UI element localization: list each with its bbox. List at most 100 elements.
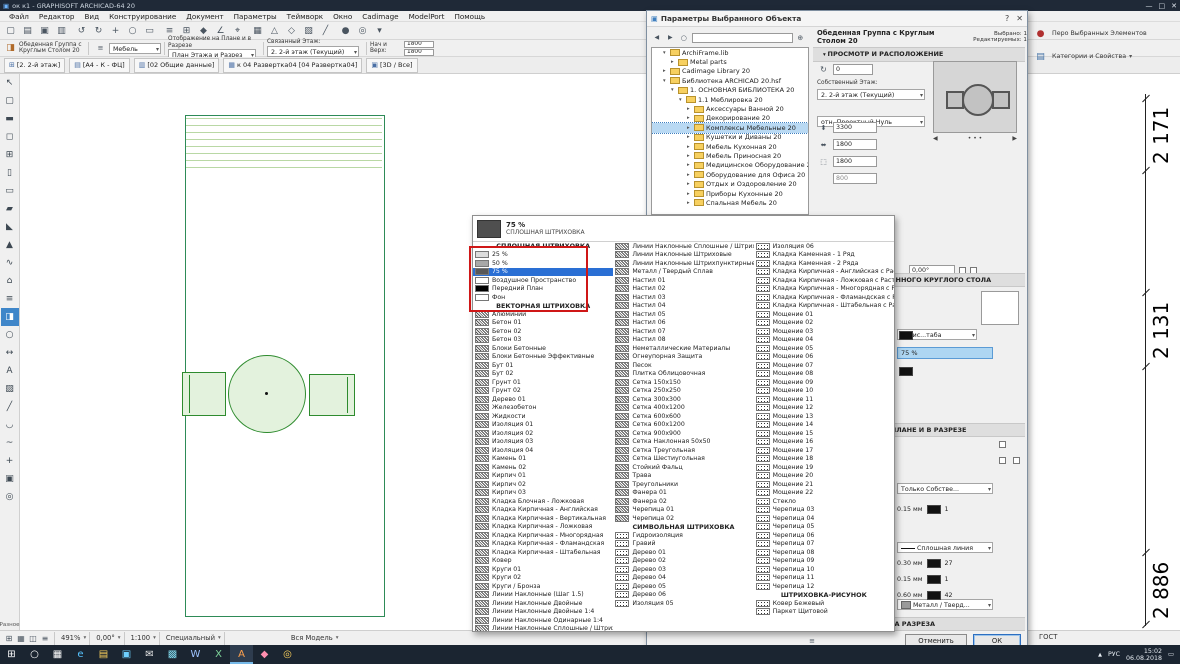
fill-item[interactable]: Паркет Щитовой (754, 608, 894, 617)
minimize-button[interactable]: — (1146, 2, 1153, 10)
fill-item[interactable]: Мощение 21 (754, 480, 894, 489)
fill-item[interactable]: Настил 04 (613, 302, 753, 311)
fill-item[interactable]: Черепица 06 (754, 531, 894, 540)
fill-item[interactable]: Дерево 05 (613, 582, 753, 591)
model-filter[interactable]: Вся Модель (288, 634, 336, 642)
shell-tool-icon[interactable]: ∿ (1, 254, 19, 272)
fill-item[interactable]: Кладка Кирпичная - Ложковая с Раствором (754, 276, 894, 285)
fill-item[interactable]: Мощение 14 (754, 421, 894, 430)
photos-icon[interactable]: ▩ (161, 645, 184, 664)
fill-item[interactable]: Мощение 01 (754, 310, 894, 319)
fill-item[interactable]: Круги / Бронза (473, 582, 613, 591)
menu-item[interactable]: Помощь (449, 12, 490, 21)
fill-item[interactable]: Линии Наклонные Сплошные / Штриховые (473, 625, 613, 632)
mail-icon[interactable]: ✉ (138, 645, 161, 664)
object-tool-icon[interactable]: ◨ (1, 308, 19, 326)
option-checkbox[interactable] (999, 457, 1006, 464)
fill-item[interactable]: Черепица 12 (754, 582, 894, 591)
fill-item[interactable]: Мощение 11 (754, 395, 894, 404)
zoom-icon[interactable]: ○ (124, 22, 141, 39)
redo-icon[interactable]: ↻ (90, 22, 107, 39)
orientation-value[interactable]: 0,00° (93, 634, 118, 642)
fill-item[interactable]: Песок (613, 361, 753, 370)
size-height-field[interactable] (833, 173, 877, 184)
fill-item[interactable]: Настил 01 (613, 276, 753, 285)
tree-forward-icon[interactable]: ▶ (665, 32, 677, 44)
menu-item[interactable]: Документ (181, 12, 228, 21)
fill-item[interactable]: Изоляция 06 (754, 242, 894, 251)
fill-item[interactable]: Дерево 01 (613, 548, 753, 557)
door-tool-icon[interactable]: ◻ (1, 128, 19, 146)
marquee-tool-icon[interactable]: ▢ (1, 92, 19, 110)
pen-chip[interactable] (899, 367, 913, 376)
fill-item[interactable]: Кладка Каменная - 2 Ряда (754, 259, 894, 268)
size-depth-field[interactable] (833, 156, 877, 167)
clock[interactable]: 15:0206.08.2018 (1126, 648, 1162, 662)
fill-item[interactable]: Гидроизоляция (613, 531, 753, 540)
pan-icon[interactable]: + (107, 22, 124, 39)
preview-next-icon[interactable]: ▶ (1012, 135, 1017, 142)
fill-item[interactable]: Настил 06 (613, 319, 753, 328)
arrow-tool-icon[interactable]: ↖ (1, 74, 19, 92)
fill-item[interactable]: Изоляция 02 (473, 429, 613, 438)
library-tree-item[interactable]: ▸ Кушетки и Диваны 20 (652, 133, 808, 142)
zone-tool-icon[interactable]: ⌂ (1, 272, 19, 290)
menu-item[interactable]: Редактор (34, 12, 80, 21)
fill-item[interactable]: Сетка 400x1200 (613, 404, 753, 413)
option-checkbox[interactable] (999, 441, 1006, 448)
library-tree-item[interactable]: ▾ 1.1 Меблировка 20 (652, 95, 808, 104)
fill-item[interactable]: Черепица 04 (754, 514, 894, 523)
library-tree-item[interactable]: ▸ Мебель Приносная 20 (652, 151, 808, 160)
close-button[interactable]: ✕ (1171, 2, 1177, 10)
pen-chip[interactable] (927, 505, 941, 514)
paint-icon[interactable]: ◆ (253, 645, 276, 664)
fill-item[interactable]: Мощение 17 (754, 446, 894, 455)
fill-item[interactable]: Мощение 04 (754, 336, 894, 345)
fill-item[interactable]: Дерево 04 (613, 574, 753, 583)
object-settings-icon[interactable]: ◨ (2, 40, 19, 57)
view-tab[interactable]: ▥ [02 Общие данные] (134, 58, 220, 73)
section-preview-placement[interactable]: ▾ ПРОСМОТР И РАСПОЛОЖЕНИЕ (813, 47, 1025, 62)
fill-item[interactable]: Настил 08 (613, 336, 753, 345)
pen-chip[interactable] (927, 559, 941, 568)
fill-item[interactable]: Сетка 300x300 (613, 395, 753, 404)
rotation-field[interactable] (833, 64, 873, 75)
view-tab[interactable]: ▦ к 04 Развертка04 [04 Развертка04] (223, 58, 362, 73)
fill-item[interactable]: Камень 01 (473, 455, 613, 464)
fill-item[interactable]: Черепица 09 (754, 557, 894, 566)
maximize-button[interactable]: □ (1159, 2, 1166, 10)
fill-item[interactable]: Бетон 02 (473, 327, 613, 336)
zoom-level[interactable]: 491% (58, 634, 83, 642)
fill-item[interactable]: Дерево 06 (613, 591, 753, 600)
menu-item[interactable]: Конструирование (104, 12, 181, 21)
scale-value[interactable]: 1:100 (128, 634, 154, 642)
fill-item[interactable]: Кладка Кирпичная - Вертикальная (473, 514, 613, 523)
fill-item[interactable]: Мощение 08 (754, 370, 894, 379)
fill-item[interactable]: Черепица 07 (754, 540, 894, 549)
print-icon[interactable]: ▥ (53, 22, 70, 39)
fill-item[interactable]: Дерево 02 (613, 557, 753, 566)
library-tree-item[interactable]: ▸ Приборы Кухонные 20 (652, 189, 808, 198)
library-tree-item[interactable]: ▸ Декорирование 20 (652, 114, 808, 123)
menu-item[interactable]: ModelPort (404, 12, 450, 21)
fill-item[interactable]: Мощение 22 (754, 489, 894, 498)
figure-tool-icon[interactable]: ▣ (1, 470, 19, 488)
fill-item[interactable]: ШТРИХОВКА-РИСУНОК (754, 591, 894, 600)
fill-item[interactable]: Дерево 03 (613, 565, 753, 574)
archicad-icon[interactable]: A (230, 645, 253, 664)
fill-item[interactable]: Кладка Кирпичная - Штабельная (473, 548, 613, 557)
fill-item[interactable]: Ковер (473, 557, 613, 566)
show-on-stories-select[interactable]: Только Собстве... (897, 483, 993, 494)
dimension-tool-icon[interactable]: ↔ (1, 344, 19, 362)
search-icon[interactable]: ○ (23, 645, 46, 664)
library-tree-item[interactable]: ▸ Мебель Кухонная 20 (652, 142, 808, 151)
library-tree-item[interactable]: ▸ Оборудование для Офиса 20 (652, 170, 808, 179)
more-tools-icon[interactable]: ▾ (371, 22, 388, 39)
pen-chip[interactable] (927, 591, 941, 600)
fill-item[interactable]: Мощение 13 (754, 412, 894, 421)
library-tree-item[interactable]: ▾ Библиотека ARCHICAD 20.hsf (652, 76, 808, 85)
layer-select[interactable]: Мебель (109, 43, 161, 54)
view-tab[interactable]: ▣ [3D / Все] (366, 58, 417, 73)
fill-item[interactable]: Стойкий Фальц (613, 463, 753, 472)
fill-item[interactable]: Жидкости (473, 412, 613, 421)
